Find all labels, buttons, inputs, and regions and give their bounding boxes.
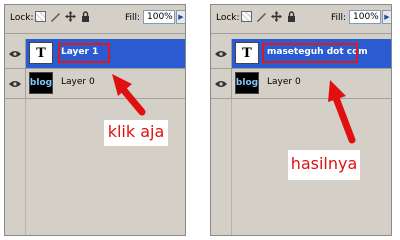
fill-input[interactable]: 100% [143, 10, 175, 24]
callout-label: klik aja [104, 120, 168, 146]
lock-icon[interactable] [80, 11, 91, 22]
lock-label: Lock: [216, 13, 240, 23]
lock-options [241, 11, 297, 22]
fill-label: Fill: [331, 13, 347, 23]
red-highlight-box [58, 43, 110, 63]
layer-row[interactable]: blog Layer 0 [211, 69, 391, 99]
layer-row-selected[interactable]: T Layer 1 [5, 39, 185, 69]
transparency-lock-icon[interactable] [35, 11, 46, 22]
eye-icon[interactable] [211, 69, 232, 98]
layer-row-selected[interactable]: T maseteguh dot com [211, 39, 391, 69]
lock-icon[interactable] [286, 11, 297, 22]
text-layer-thumbnail: T [235, 42, 259, 64]
brush-icon[interactable] [50, 11, 61, 22]
fill-dropdown-arrow-icon[interactable]: ▶ [176, 10, 185, 24]
move-icon[interactable] [65, 11, 76, 22]
layer-name[interactable]: Layer 0 [61, 77, 95, 87]
brush-icon[interactable] [256, 11, 267, 22]
layer-row[interactable]: blog Layer 0 [5, 69, 185, 99]
fill-input[interactable]: 100% [349, 10, 381, 24]
layer-name[interactable]: Layer 0 [267, 77, 301, 87]
eye-icon[interactable] [5, 69, 26, 98]
image-layer-thumbnail: blog [29, 72, 53, 94]
transparency-lock-icon[interactable] [241, 11, 252, 22]
fill-label: Fill: [125, 13, 141, 23]
eye-icon[interactable] [211, 39, 232, 68]
image-layer-thumbnail: blog [235, 72, 259, 94]
callout-label: hasilnya [288, 150, 360, 180]
eye-icon[interactable] [5, 39, 26, 68]
layers-toolbar: Lock: Fill: 100% ▶ [211, 5, 391, 34]
fill-dropdown-arrow-icon[interactable]: ▶ [382, 10, 391, 24]
column-divider [231, 99, 232, 235]
column-divider [25, 99, 26, 235]
text-layer-thumbnail: T [29, 42, 53, 64]
layers-panel-after: Lock: Fill: 100% ▶ T maseteguh dot com b… [210, 4, 392, 236]
move-icon[interactable] [271, 11, 282, 22]
lock-label: Lock: [10, 13, 34, 23]
lock-options [35, 11, 91, 22]
red-highlight-box [262, 43, 358, 63]
layers-toolbar: Lock: Fill: 100% ▶ [5, 5, 185, 34]
